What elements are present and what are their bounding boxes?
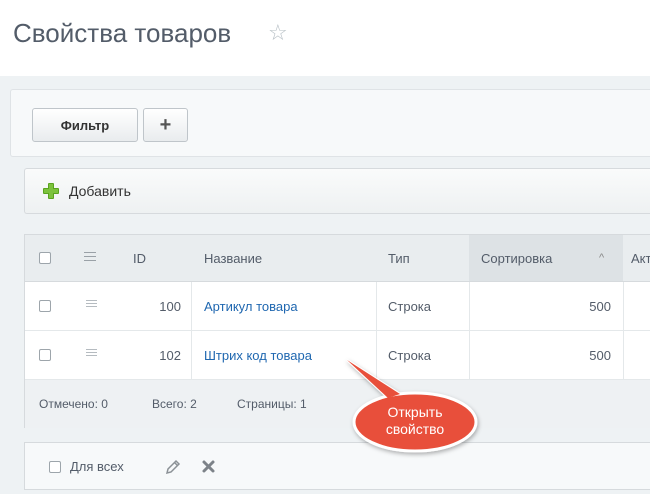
callout-line-1: Открыть (387, 404, 443, 420)
table-row[interactable]: 102 Штрих код товара Строка 500 (25, 331, 650, 380)
pencil-icon[interactable] (164, 458, 182, 476)
column-header-name[interactable]: Название (204, 235, 364, 281)
row-name-link[interactable]: Штрих код товара (204, 331, 374, 379)
close-icon[interactable] (201, 459, 216, 474)
sort-column-label: Сортировка (481, 250, 553, 266)
group-actions-bar: Для всех (24, 442, 650, 490)
add-filter-button[interactable]: + (143, 108, 188, 142)
for-all-checkbox[interactable] (49, 461, 61, 473)
column-settings-icon[interactable] (84, 252, 96, 261)
filter-bar: Фильтр + (10, 89, 650, 157)
add-bar: Добавить (24, 168, 650, 214)
grid-header: ID Название Тип Сортировка ^ Акт (25, 235, 650, 282)
star-icon[interactable]: ☆ (268, 20, 288, 46)
add-button[interactable]: Добавить (69, 183, 131, 199)
column-header-active[interactable]: Акт (631, 235, 650, 281)
row-type: Строка (388, 347, 432, 363)
sort-asc-icon: ^ (599, 252, 605, 264)
row-name-link[interactable]: Артикул товара (204, 282, 374, 330)
callout-text: Открыть свойство (360, 404, 470, 438)
total-count: Всего: 2 (152, 397, 197, 411)
column-header-id[interactable]: ID (133, 235, 173, 281)
property-grid: ID Название Тип Сортировка ^ Акт 100 Арт… (24, 234, 650, 428)
plus-icon[interactable] (42, 182, 60, 200)
for-all-label: Для всех (70, 458, 124, 474)
table-row[interactable]: 100 Артикул товара Строка 500 (25, 282, 650, 331)
grid-footer: Отмечено: 0 Всего: 2 Страницы: 1 (25, 380, 650, 428)
callout-line-2: свойство (385, 421, 445, 437)
page-frame: Свойства товаров ☆ Фильтр + Добавить ID … (0, 0, 650, 494)
select-all-checkbox[interactable] (39, 252, 51, 264)
marked-count: Отмечено: 0 (39, 397, 108, 411)
row-menu-icon[interactable] (86, 300, 97, 309)
page-title: Свойства товаров (13, 18, 232, 48)
filter-button[interactable]: Фильтр (32, 108, 138, 142)
row-sort: 500 (589, 347, 611, 363)
row-type: Строка (388, 298, 432, 314)
title-area: Свойства товаров ☆ (0, 0, 650, 76)
column-header-sort[interactable]: Сортировка ^ (469, 235, 623, 281)
row-id: 100 (159, 298, 181, 314)
row-checkbox[interactable] (39, 349, 51, 361)
row-sort: 500 (589, 298, 611, 314)
row-id: 102 (159, 347, 181, 363)
page-count: Страницы: 1 (237, 397, 307, 411)
column-header-type[interactable]: Тип (388, 235, 458, 281)
row-checkbox[interactable] (39, 300, 51, 312)
row-menu-icon[interactable] (86, 349, 97, 358)
